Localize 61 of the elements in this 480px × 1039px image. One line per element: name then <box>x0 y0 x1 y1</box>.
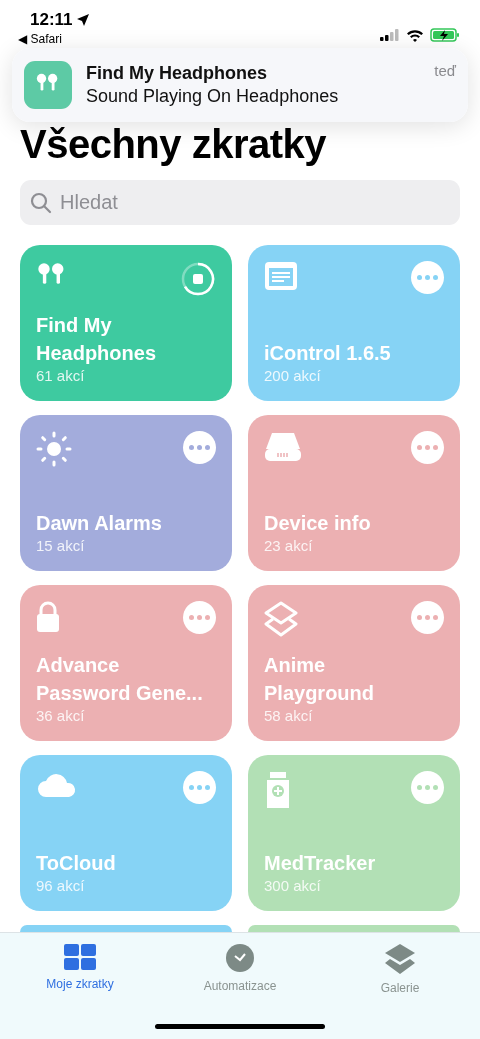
shortcut-card[interactable]: ToCloud 96 akcí <box>20 755 232 911</box>
sun-icon <box>36 431 72 467</box>
action-count: 61 akcí <box>36 367 86 385</box>
shortcut-card[interactable]: Advance Password Gene... 36 akcí <box>20 585 232 741</box>
battery-charging-icon <box>430 28 460 42</box>
tab[interactable]: Moje zkratky <box>15 943 145 1039</box>
tab[interactable]: Automatizace <box>175 943 305 1039</box>
page-title: Všechny zkratky <box>20 121 327 168</box>
shortcut-card[interactable]: iControl 1.6.5 200 akcí <box>248 245 460 401</box>
shortcut-name: Device info <box>264 511 372 536</box>
medicine-bottle-icon <box>264 771 292 809</box>
cloud-icon <box>36 771 76 799</box>
notification-time: teď <box>434 62 456 79</box>
notification-banner[interactable]: Find My Headphones Sound Playing On Headphones teď <box>12 48 468 122</box>
layers-icon <box>264 601 298 639</box>
shortcut-card[interactable]: MedTracker 300 akcí <box>248 755 460 911</box>
signal-icon <box>380 29 400 41</box>
layers-icon <box>384 943 416 975</box>
grid-icon <box>63 943 97 971</box>
back-to-app-link[interactable]: ◀ Safari <box>18 32 90 46</box>
more-button[interactable] <box>411 261 444 294</box>
search-field[interactable]: Hledat <box>20 180 460 225</box>
shortcut-card[interactable] <box>20 925 232 932</box>
shortcut-card[interactable]: Device info 23 akcí <box>248 415 460 571</box>
clock-check-icon <box>224 943 256 973</box>
shortcut-name: Advance Password Gene... <box>36 653 204 706</box>
notification-body: Sound Playing On Headphones <box>86 86 340 107</box>
drive-icon <box>264 431 302 463</box>
action-count: 200 akcí <box>264 367 322 385</box>
shortcut-name: Find My Headphones <box>36 313 158 366</box>
shortcut-name: Dawn Alarms <box>36 511 163 536</box>
shortcut-card[interactable]: Dawn Alarms 15 akcí <box>20 415 232 571</box>
search-icon <box>30 191 52 214</box>
action-count: 96 akcí <box>36 877 86 895</box>
action-count: 15 akcí <box>36 537 86 555</box>
shortcut-card[interactable]: Anime Playground 58 akcí <box>248 585 460 741</box>
shortcut-card[interactable]: Find My Headphones 61 akcí <box>20 245 232 401</box>
more-button[interactable] <box>411 601 444 634</box>
action-count: 23 akcí <box>264 537 314 555</box>
more-button[interactable] <box>183 601 216 634</box>
action-count: 36 akcí <box>36 707 86 725</box>
more-button[interactable] <box>183 431 216 464</box>
tab[interactable]: Galerie <box>335 943 465 1039</box>
action-count: 300 akcí <box>264 877 322 895</box>
shortcut-card[interactable] <box>248 925 460 932</box>
stop-progress-icon[interactable] <box>180 261 216 297</box>
notification-title: Find My Headphones <box>86 63 268 84</box>
search-input[interactable]: Hledat <box>58 190 450 215</box>
wifi-icon <box>406 28 424 42</box>
clock-time: 12:11 <box>30 10 90 30</box>
shortcut-name: Anime Playground <box>264 653 375 706</box>
shortcut-name: ToCloud <box>36 851 117 876</box>
more-button[interactable] <box>183 771 216 804</box>
document-icon <box>264 261 298 291</box>
action-count: 58 akcí <box>264 707 314 725</box>
location-arrow-icon <box>75 13 90 27</box>
more-button[interactable] <box>411 431 444 464</box>
shortcut-name: iControl 1.6.5 <box>264 341 392 366</box>
more-button[interactable] <box>411 771 444 804</box>
lock-icon <box>36 601 60 633</box>
shortcut-name: MedTracker <box>264 851 377 876</box>
